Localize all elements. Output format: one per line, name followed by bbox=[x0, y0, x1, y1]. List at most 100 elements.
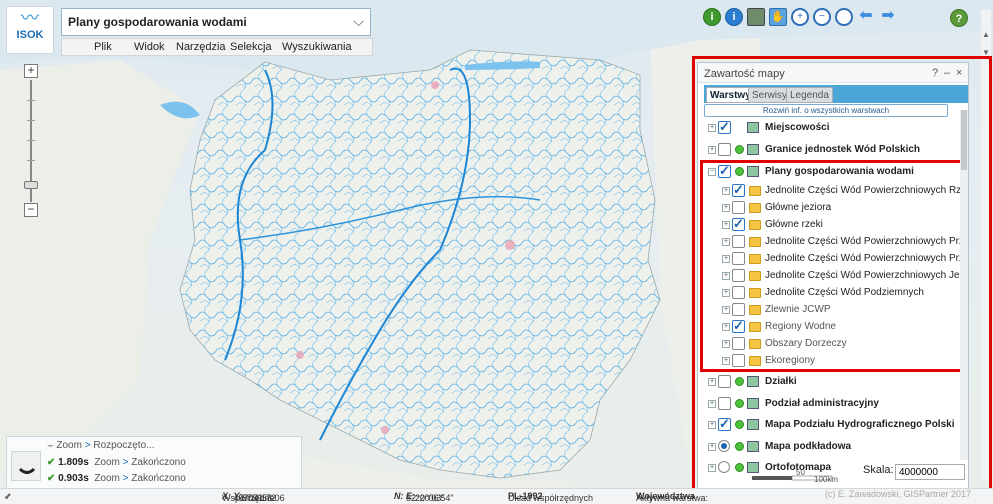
panel-tabs: Warstwy Serwisy Legenda bbox=[704, 85, 968, 103]
map-selector[interactable]: Plany gospodarowania wodami ⌵ bbox=[61, 8, 371, 36]
log-row: ✔ 1.809s Zoom > Zakończono bbox=[47, 457, 186, 468]
menu-bar: Plik Widok Narzędzia Selekcja Wyszukiwan… bbox=[61, 38, 373, 56]
visibility-status-icon bbox=[735, 399, 744, 408]
layer-radio[interactable] bbox=[718, 440, 730, 452]
group-highlight-frame bbox=[700, 160, 964, 372]
full-extent-icon[interactable] bbox=[747, 8, 765, 26]
visibility-status-icon bbox=[735, 377, 744, 386]
layer-label: Mapa Podziału Hydrograficznego Polski bbox=[765, 419, 955, 430]
expand-icon[interactable]: + bbox=[708, 400, 716, 408]
log-row: ⌣ Zoom > Rozpoczęto... bbox=[47, 440, 155, 451]
layer-label: Mapa podkładowa bbox=[765, 441, 852, 452]
zoom-slider-handle[interactable] bbox=[24, 181, 38, 189]
layer-row[interactable]: + Mapa podkładowa bbox=[708, 439, 962, 455]
layer-checkbox[interactable] bbox=[718, 143, 731, 156]
expand-icon[interactable]: + bbox=[708, 421, 716, 429]
expand-icon[interactable]: + bbox=[708, 124, 716, 132]
menu-plik[interactable]: Plik bbox=[94, 41, 112, 53]
point-layer-icon bbox=[747, 122, 759, 133]
panel-close-icon[interactable]: × bbox=[956, 67, 962, 79]
loading-spinner-icon bbox=[11, 451, 41, 481]
panel-scrollbar-thumb[interactable] bbox=[961, 110, 967, 170]
map-layer-icon bbox=[747, 144, 759, 155]
help-icon[interactable]: ? bbox=[950, 9, 968, 27]
scale-label-50: 50 bbox=[796, 470, 805, 477]
panel-title: Zawartość mapy bbox=[704, 68, 785, 80]
log-row: ✔ 0.903s Zoom > Zakończono bbox=[47, 473, 186, 484]
map-layer-icon bbox=[747, 398, 759, 409]
wroclaw-city bbox=[296, 351, 304, 359]
tab-legenda[interactable]: Legenda bbox=[786, 87, 833, 103]
progress-log: ⌣ Zoom > Rozpoczęto... ✔ 1.809s Zoom > Z… bbox=[6, 436, 302, 494]
menu-widok[interactable]: Widok bbox=[134, 41, 165, 53]
isok-logo[interactable]: 〰 ISOK bbox=[6, 6, 54, 54]
map-layer-icon bbox=[747, 419, 759, 430]
panel-help-icon[interactable]: ? bbox=[932, 67, 938, 79]
expand-icon[interactable]: + bbox=[708, 464, 716, 472]
layer-checkbox[interactable] bbox=[718, 120, 731, 135]
scale-control: Skala: bbox=[863, 464, 965, 480]
layer-checkbox[interactable] bbox=[718, 397, 731, 410]
scroll-up-icon[interactable]: ▲ bbox=[981, 30, 991, 39]
wave-icon: 〰 bbox=[21, 8, 39, 28]
active-layer-readout: Aktywna warstwa: Województwa bbox=[636, 491, 709, 503]
map-layer-icon bbox=[747, 376, 759, 387]
zoom-tick bbox=[27, 140, 35, 141]
visibility-status-icon bbox=[735, 420, 744, 429]
warsaw-city bbox=[505, 240, 515, 250]
layer-label: Miejscowości bbox=[765, 122, 830, 133]
menu-selekcja[interactable]: Selekcja bbox=[230, 41, 272, 53]
zoom-window-icon[interactable] bbox=[835, 8, 853, 26]
layer-row[interactable]: + Podział administracyjny bbox=[708, 396, 962, 412]
copyright: (c) E. Zawadowski, GISPartner 2017 bbox=[824, 489, 971, 499]
zoom-out-button[interactable]: − bbox=[24, 203, 38, 217]
layer-checkbox[interactable] bbox=[718, 417, 731, 432]
basemap-icon bbox=[747, 441, 759, 452]
layer-row[interactable]: + Granice jednostek Wód Polskich bbox=[708, 142, 962, 158]
layer-label: Granice jednostek Wód Polskich bbox=[765, 144, 921, 155]
krakow-city bbox=[381, 426, 389, 434]
layer-label: Działki bbox=[765, 376, 797, 387]
zoom-tick bbox=[27, 100, 35, 101]
geo-coords-readout: N: 52°20'03" E: 20°06'54" bbox=[394, 491, 454, 503]
map-title: Plany gospodarowania wodami bbox=[68, 15, 247, 29]
visibility-status-icon bbox=[735, 145, 744, 154]
corner-expand-icon[interactable]: ⬋ bbox=[4, 491, 12, 502]
zoom-in-button[interactable]: + bbox=[24, 64, 38, 78]
tab-serwisy[interactable]: Serwisy bbox=[748, 87, 792, 103]
expand-icon[interactable]: + bbox=[708, 378, 716, 386]
crs-readout: Układ współrzędnych PL-1992 bbox=[508, 491, 594, 503]
logo-text: ISOK bbox=[16, 29, 44, 41]
menu-wyszukiwania[interactable]: Wyszukiwania bbox=[282, 41, 352, 53]
scale-bar: 50 100km bbox=[752, 470, 838, 482]
zoom-out-icon[interactable]: − bbox=[813, 8, 831, 26]
layer-row[interactable]: + Mapa Podziału Hydrograficznego Polski bbox=[708, 417, 962, 433]
panel-header: Zawartość mapy ? – × bbox=[698, 63, 968, 83]
back-arrow-icon[interactable]: ⬅ bbox=[857, 8, 875, 26]
gdansk-city bbox=[431, 81, 439, 89]
info-icon[interactable]: i bbox=[725, 8, 743, 26]
expand-all-layers-button[interactable]: Rozwiń inf. o wszystkich warstwach bbox=[704, 104, 948, 117]
check-icon: ✔ bbox=[47, 473, 56, 484]
pan-hand-icon[interactable]: ✋ bbox=[769, 8, 787, 26]
zoom-tick bbox=[27, 160, 35, 161]
forward-arrow-icon[interactable]: ➡ bbox=[879, 8, 897, 26]
visibility-status-icon bbox=[735, 442, 744, 451]
panel-minimize-icon[interactable]: – bbox=[944, 67, 950, 79]
layer-row[interactable]: + Działki bbox=[708, 374, 962, 390]
scale-input[interactable] bbox=[895, 464, 965, 480]
zoom-in-icon[interactable]: + bbox=[791, 8, 809, 26]
layer-label: Podział administracyjny bbox=[765, 398, 879, 409]
layer-row[interactable]: + Miejscowości bbox=[708, 120, 962, 136]
zoom-tick bbox=[27, 120, 35, 121]
scale-label-100km: 100km bbox=[814, 475, 838, 482]
layer-checkbox[interactable] bbox=[718, 375, 731, 388]
menu-narzedzia[interactable]: Narzędzia bbox=[176, 41, 226, 53]
chevron-down-icon[interactable]: ⌵ bbox=[353, 13, 364, 30]
scale-label: Skala: bbox=[863, 464, 894, 476]
expand-icon[interactable]: + bbox=[708, 443, 716, 451]
expand-icon[interactable]: + bbox=[708, 146, 716, 154]
coords-readout: Współrzędne X: 497041.72 Y: 575958.06 bbox=[222, 491, 285, 503]
layer-radio[interactable] bbox=[718, 461, 730, 473]
identify-icon[interactable]: i bbox=[703, 8, 721, 26]
